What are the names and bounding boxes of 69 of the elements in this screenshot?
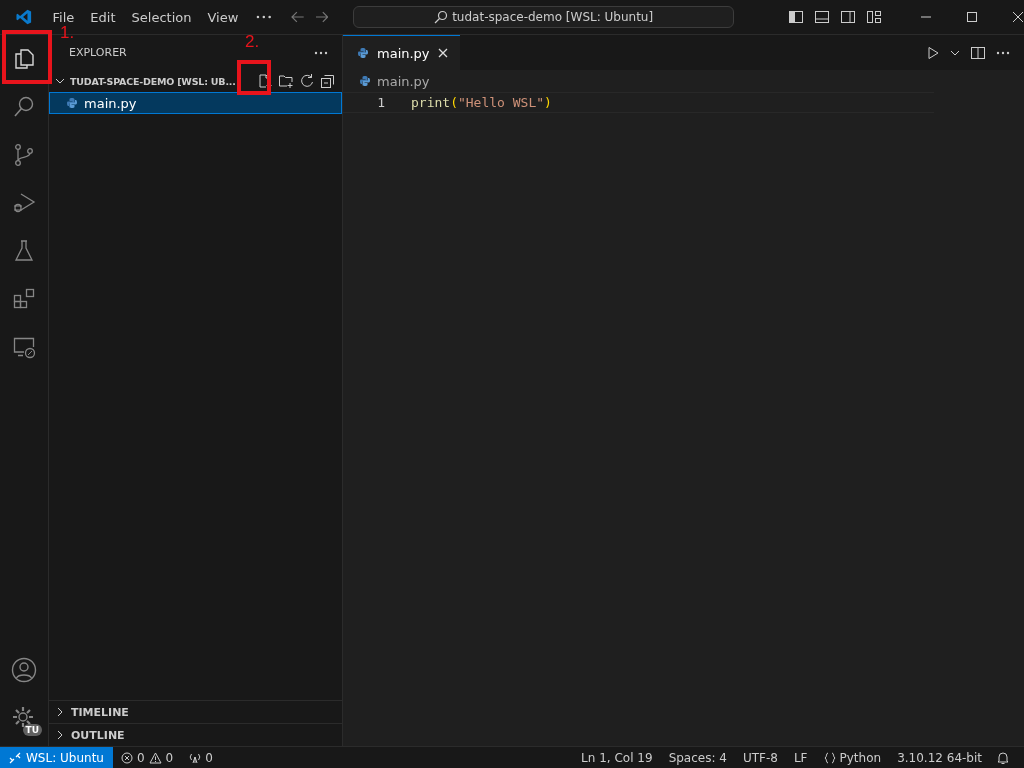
chevron-right-icon [55, 730, 65, 740]
status-item[interactable]: Ln 1, Col 19 [573, 750, 661, 765]
collapse-all-icon[interactable] [320, 73, 336, 89]
status-item[interactable]: LF [785, 750, 816, 765]
command-center[interactable]: tudat-space-demo [WSL: Ubuntu] [353, 6, 735, 28]
problems-indicator[interactable]: 0 0 [112, 750, 182, 765]
account-badge: TU [22, 724, 42, 736]
step-label: 1. [60, 23, 75, 43]
account-icon[interactable] [11, 657, 37, 683]
layout-grid-icon[interactable] [866, 9, 883, 25]
refresh-icon[interactable] [299, 73, 315, 89]
menu-item[interactable]: File [44, 9, 83, 25]
interpreter-indicator[interactable]: 3.10.12 64-bit [889, 750, 990, 765]
error-icon [120, 751, 133, 764]
bell-icon[interactable] [996, 750, 1010, 765]
app-logo-icon [15, 8, 33, 26]
breadcrumb-item[interactable]: main.py [377, 73, 430, 89]
new-file-icon[interactable] [257, 73, 273, 89]
back-arrow-icon[interactable] [290, 11, 305, 23]
chevron-down-icon[interactable] [55, 76, 65, 86]
remote-indicator[interactable]: WSL: Ubuntu [0, 746, 113, 768]
remote-explorer-icon [12, 335, 36, 359]
split-layout-icon[interactable] [840, 9, 857, 25]
panel-section-header[interactable]: TIMELINE [49, 700, 342, 723]
close-icon[interactable] [437, 48, 448, 58]
status-item[interactable]: Spaces: 4 [660, 750, 735, 765]
code-line: print("Hello WSL") [411, 95, 552, 110]
flask-icon [12, 239, 36, 263]
run-icon[interactable] [926, 45, 940, 60]
search-icon [434, 10, 449, 24]
forward-arrow-icon[interactable] [314, 11, 329, 23]
menu-item[interactable]: Selection [123, 9, 200, 25]
explorer-entry[interactable]: main.py [49, 92, 342, 114]
close-icon[interactable] [1012, 11, 1024, 23]
new-folder-icon[interactable] [278, 73, 294, 89]
python-icon [359, 75, 371, 87]
language-indicator[interactable]: Python [815, 750, 890, 765]
menu-item[interactable]: View [199, 9, 247, 25]
menu-item[interactable]: Edit [82, 9, 124, 25]
ports-indicator[interactable]: 0 [181, 750, 221, 765]
panel-toggle-icon[interactable] [814, 9, 831, 25]
python-icon [357, 47, 369, 59]
extensions-icon [12, 287, 36, 311]
sidebar-toggle-icon[interactable] [788, 9, 805, 25]
step-label: 2. [245, 32, 260, 52]
line-number: 1 [376, 95, 385, 110]
maximize-icon[interactable] [966, 11, 979, 23]
split-editor-icon[interactable] [970, 44, 986, 61]
branch-icon [12, 143, 36, 167]
run-debug-icon [12, 191, 36, 215]
more-icon[interactable] [996, 50, 1010, 55]
antenna-icon [189, 751, 202, 764]
folder-name[interactable]: TUDAT-SPACE-DEMO [WSL: UB... [70, 75, 248, 87]
highlight-frame [237, 60, 271, 95]
remote-icon [9, 751, 21, 764]
command-center-text: tudat-space-demo [WSL: Ubuntu] [452, 10, 654, 24]
editor-tab[interactable]: main.py [343, 35, 460, 70]
sidebar-title: EXPLORER [69, 46, 127, 59]
more-icon[interactable] [256, 15, 272, 19]
search-icon [12, 95, 36, 119]
chevron-right-icon [55, 707, 65, 717]
highlight-frame [2, 30, 52, 84]
python-icon [66, 97, 78, 109]
status-item[interactable]: UTF-8 [734, 750, 786, 765]
more-icon[interactable] [314, 50, 328, 55]
braces-icon [823, 751, 836, 764]
files-icon [12, 47, 36, 71]
warning-icon [148, 751, 162, 764]
panel-section-header[interactable]: OUTLINE [49, 723, 342, 746]
